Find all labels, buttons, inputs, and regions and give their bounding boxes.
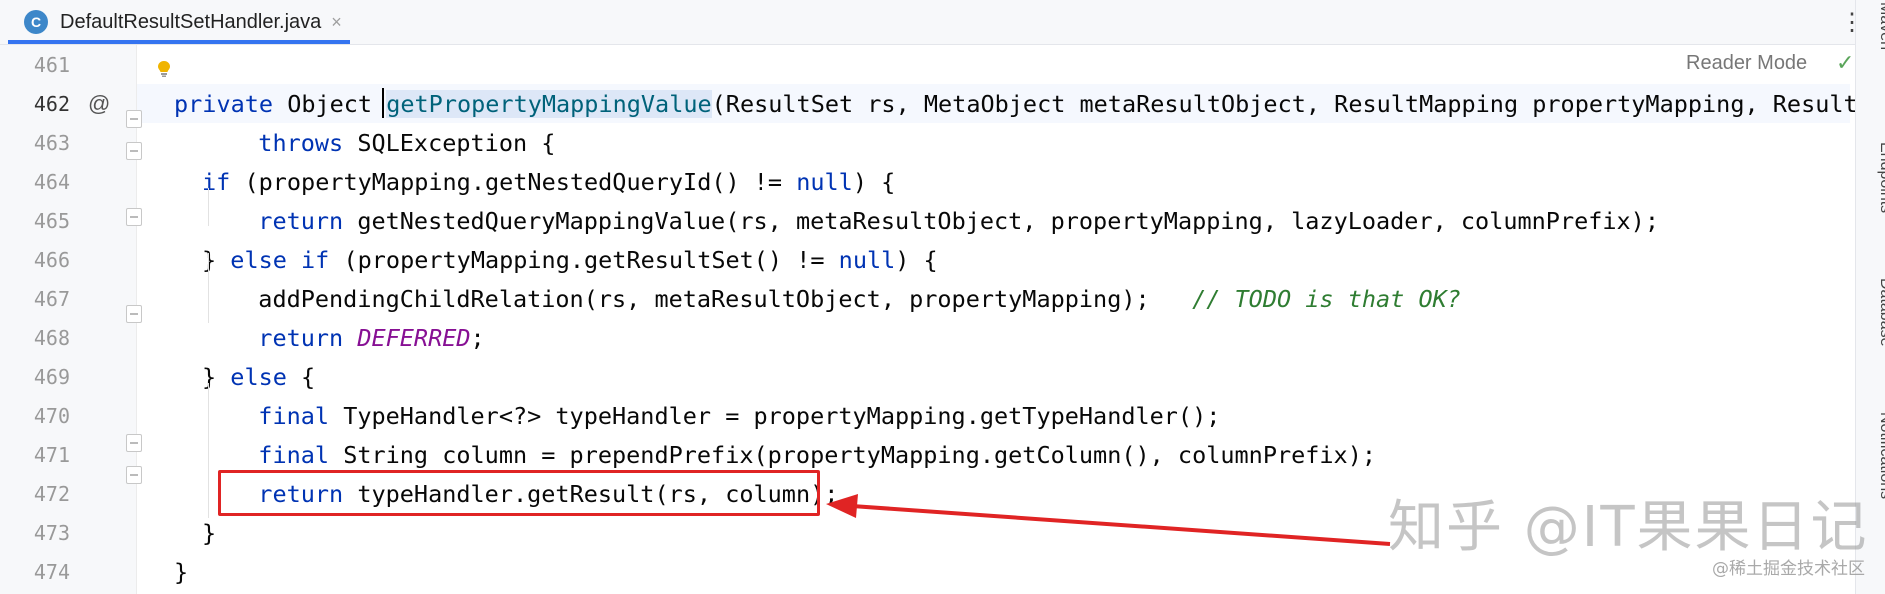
zhihu-watermark: 知乎 @IT果果日记 bbox=[1388, 495, 1869, 560]
juejin-watermark: @稀土掘金技术社区 bbox=[1712, 559, 1865, 579]
